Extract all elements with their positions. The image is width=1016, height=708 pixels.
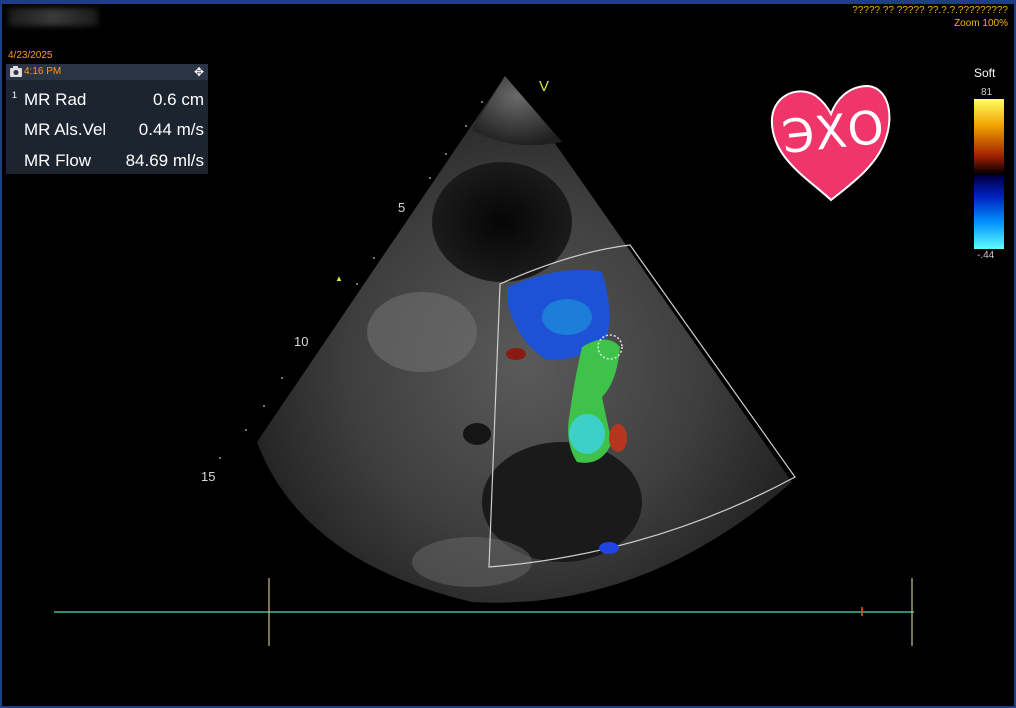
colorbar-min: -.44 [977,250,995,261]
colormap-label: Soft [974,66,996,80]
sticker-text: ЭХО [779,99,888,165]
ultrasound-screen: 4/23/2025 4:16 PM ✥ 1 MR Rad 0.6 cm MR A… [0,0,1016,708]
colorbar-max: 81 [981,87,993,98]
velocity-colorbar [974,99,1004,249]
